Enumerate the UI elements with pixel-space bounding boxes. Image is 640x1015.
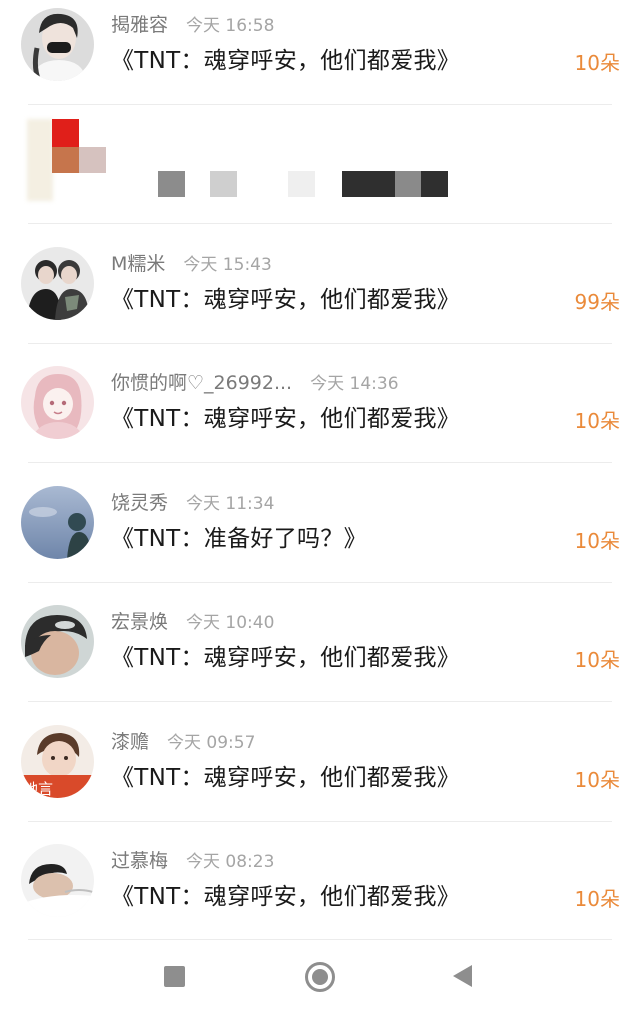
book-title[interactable]: 《TNT：魂穿呼安，他们都爱我》: [111, 41, 460, 75]
book-title[interactable]: 《TNT：魂穿呼安，他们都爱我》: [111, 399, 460, 433]
meta-line: 揭雅容 今天 16:58: [111, 10, 274, 40]
back-triangle-icon[interactable]: [453, 965, 472, 987]
flower-count: 10朵: [574, 409, 620, 433]
divider: [28, 343, 612, 344]
meta-line: 漆赡 今天 09:57: [111, 727, 255, 757]
book-title[interactable]: 《TNT：准备好了吗？》: [111, 519, 367, 553]
list-item[interactable]: 饶灵秀 今天 11:34 《TNT：准备好了吗？》 10朵: [0, 478, 640, 597]
meta-line: 饶灵秀 今天 11:34: [111, 488, 274, 518]
user-name[interactable]: 过慕梅: [111, 850, 168, 872]
flower-count: 10朵: [574, 887, 620, 911]
avatar[interactable]: [21, 247, 94, 320]
book-title[interactable]: 《TNT：魂穿呼安，他们都爱我》: [111, 877, 460, 911]
flower-count: 10朵: [574, 648, 620, 672]
list-item[interactable]: 你惯的啊♡_26992... 今天 14:36 《TNT：魂穿呼安，他们都爱我》 …: [0, 358, 640, 477]
avatar[interactable]: [21, 8, 94, 81]
user-name[interactable]: 饶灵秀: [111, 492, 168, 514]
timestamp: 今天 14:36: [310, 374, 399, 394]
book-title[interactable]: 《TNT：魂穿呼安，他们都爱我》: [111, 280, 460, 314]
list-item[interactable]: 过慕梅 今天 08:23 《TNT：魂穿呼安，他们都爱我》 10朵: [0, 836, 640, 955]
redacted-block: [210, 171, 237, 197]
user-name[interactable]: 漆赡: [111, 731, 149, 753]
divider: [28, 462, 612, 463]
divider: [28, 701, 612, 702]
redacted-list-item: [0, 105, 640, 224]
timestamp: 今天 15:43: [183, 255, 272, 275]
flower-count: 10朵: [574, 768, 620, 792]
timestamp: 今天 16:58: [186, 16, 275, 36]
flower-count: 99朵: [574, 290, 620, 314]
redacted-block: [52, 147, 79, 173]
timestamp: 今天 08:23: [186, 852, 275, 872]
redacted-block: [79, 147, 106, 173]
avatar-blue-sky-icon: [21, 486, 94, 559]
timestamp: 今天 09:57: [167, 733, 256, 753]
avatar-girl-black-mask-icon: [21, 8, 94, 81]
list-item[interactable]: 她言 漆赡 今天 09:57 《TNT：魂穿呼安，他们都爱我》 10朵: [0, 717, 640, 836]
divider: [28, 223, 612, 224]
home-circle-icon[interactable]: [305, 962, 335, 992]
divider: [28, 821, 612, 822]
avatar-pink-anime-icon: [21, 366, 94, 439]
avatar-boy-face-icon: [21, 605, 94, 678]
list-item[interactable]: M糯米 今天 15:43 《TNT：魂穿呼安，他们都爱我》 99朵: [0, 239, 640, 358]
avatar-boy-lying-icon: [21, 844, 94, 917]
avatar-two-boys-icon: [21, 247, 94, 320]
recents-square-icon[interactable]: [164, 966, 185, 987]
user-name[interactable]: 揭雅容: [111, 14, 168, 36]
redacted-block: [342, 171, 395, 197]
book-title[interactable]: 《TNT：魂穿呼安，他们都爱我》: [111, 758, 460, 792]
avatar[interactable]: [21, 486, 94, 559]
flower-count: 10朵: [574, 51, 620, 75]
redacted-avatar-block: [27, 119, 53, 201]
avatar-boy-red-sign-icon: 她言: [21, 725, 94, 798]
redacted-block: [158, 171, 185, 197]
user-name[interactable]: 宏景焕: [111, 611, 168, 633]
flower-count: 10朵: [574, 529, 620, 553]
avatar[interactable]: [21, 605, 94, 678]
timestamp: 今天 10:40: [186, 613, 275, 633]
redacted-block: [421, 171, 448, 197]
timestamp: 今天 11:34: [186, 494, 275, 514]
meta-line: 你惯的啊♡_26992... 今天 14:36: [111, 368, 399, 398]
avatar[interactable]: 她言: [21, 725, 94, 798]
list-item[interactable]: 宏景焕 今天 10:40 《TNT：魂穿呼安，他们都爱我》 10朵: [0, 597, 640, 716]
avatar[interactable]: [21, 844, 94, 917]
meta-line: 宏景焕 今天 10:40: [111, 607, 274, 637]
redacted-block: [52, 119, 79, 147]
avatar-sign-text: 她言: [23, 780, 53, 798]
meta-line: M糯米 今天 15:43: [111, 249, 272, 279]
divider: [28, 582, 612, 583]
user-name[interactable]: 你惯的啊♡_26992...: [111, 372, 292, 394]
redacted-block: [288, 171, 315, 197]
redacted-block: [395, 171, 421, 197]
book-title[interactable]: 《TNT：魂穿呼安，他们都爱我》: [111, 638, 460, 672]
avatar[interactable]: [21, 366, 94, 439]
meta-line: 过慕梅 今天 08:23: [111, 846, 274, 876]
list-item[interactable]: 揭雅容 今天 16:58 《TNT：魂穿呼安，他们都爱我》 10朵: [0, 0, 640, 119]
user-name[interactable]: M糯米: [111, 253, 165, 275]
